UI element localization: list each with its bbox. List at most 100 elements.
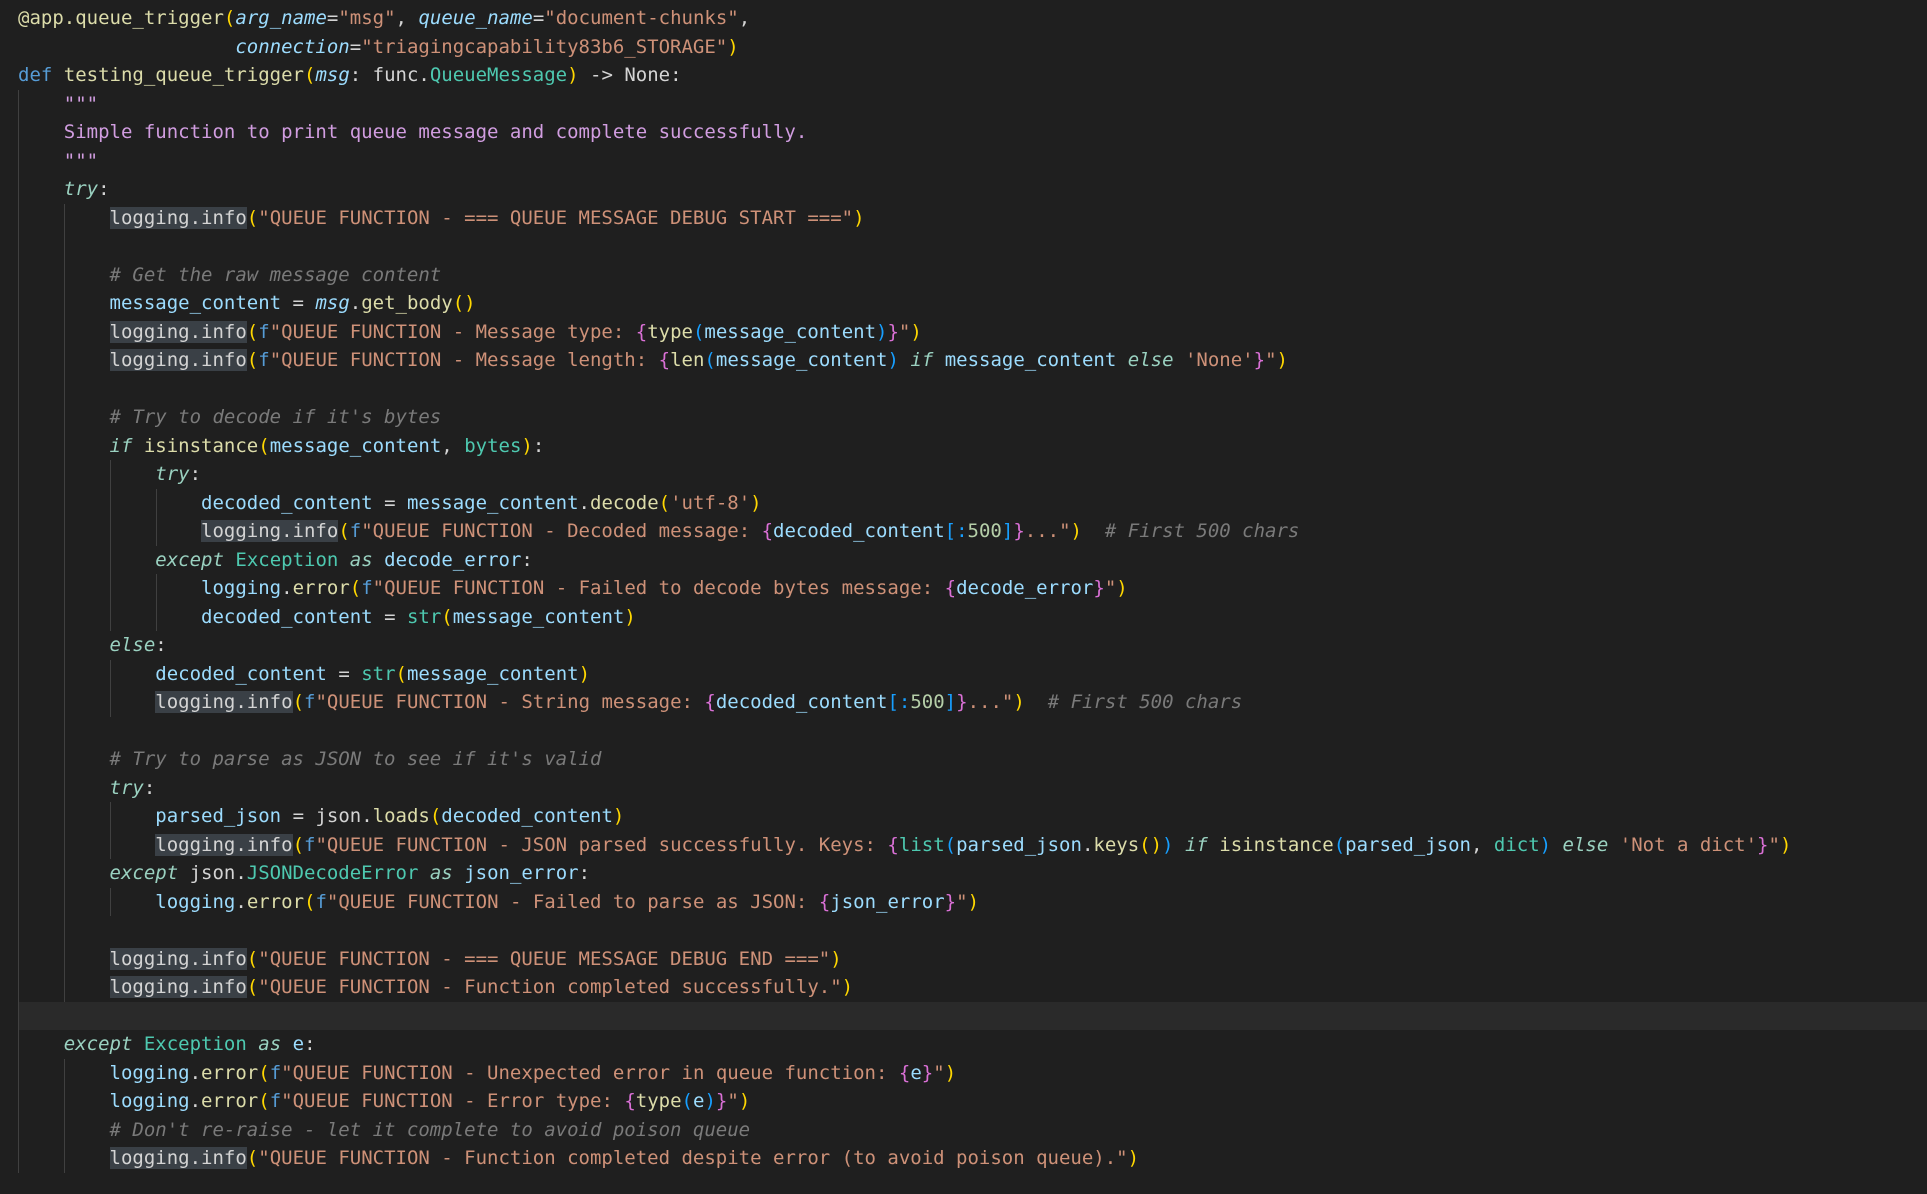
code-line[interactable]: if isinstance(message_content, bytes):: [18, 431, 1927, 460]
code-line[interactable]: # Don't re-raise - let it complete to av…: [18, 1115, 1927, 1144]
code-token: 'Not a dict': [1619, 833, 1758, 856]
code-line[interactable]: decoded_content = str(message_content): [18, 659, 1927, 688]
code-token: ): [841, 976, 854, 998]
code-token: # Get the raw message content: [109, 263, 442, 286]
code-token: decoded_content: [441, 805, 613, 827]
code-line[interactable]: connection="triagingcapability83b6_STORA…: [18, 33, 1927, 62]
code-token: logging.info: [109, 320, 247, 343]
code-line[interactable]: [18, 374, 1927, 403]
code-token: f: [349, 520, 362, 542]
code-line[interactable]: logging.info("QUEUE FUNCTION - Function …: [18, 1144, 1927, 1173]
code-token: parsed_json: [155, 805, 282, 827]
code-token: list: [898, 833, 945, 856]
code-editor[interactable]: @app.queue_trigger(arg_name="msg", queue…: [0, 0, 1927, 1194]
code-line[interactable]: logging.info(f"QUEUE FUNCTION - Message …: [18, 346, 1927, 375]
code-token: (: [1333, 833, 1346, 856]
code-token: message_content: [109, 292, 282, 314]
code-line[interactable]: decoded_content = str(message_content): [18, 602, 1927, 631]
indent-guide: [156, 517, 157, 546]
code-token: f: [361, 577, 373, 599]
code-token: .: [189, 1061, 202, 1084]
code-line[interactable]: try:: [18, 175, 1927, 204]
code-token: ): [876, 320, 888, 343]
code-token: }: [956, 691, 968, 713]
code-line[interactable]: try:: [18, 460, 1927, 489]
code-line[interactable]: logging.error(f"QUEUE FUNCTION - Error t…: [18, 1087, 1927, 1116]
code-token: queue_trigger: [75, 7, 224, 29]
code-token: .: [349, 292, 362, 314]
indent-guide: [64, 260, 65, 289]
code-line[interactable]: except Exception as e:: [18, 1030, 1927, 1059]
indent-guide: [64, 289, 65, 318]
code-line[interactable]: # Try to decode if it's bytes: [18, 403, 1927, 432]
indent-guide: [64, 916, 65, 945]
code-line[interactable]: except Exception as decode_error:: [18, 545, 1927, 574]
code-line[interactable]: [18, 232, 1927, 261]
code-line[interactable]: [18, 1001, 1927, 1030]
code-line[interactable]: # Get the raw message content: [18, 260, 1927, 289]
indent-guide: [110, 574, 111, 603]
indent-guide: [18, 260, 19, 289]
code-line[interactable]: logging.info(f"QUEUE FUNCTION - Decoded …: [18, 517, 1927, 546]
code-line[interactable]: logging.info(f"QUEUE FUNCTION - JSON par…: [18, 830, 1927, 859]
code-token: =: [326, 7, 339, 29]
code-token: :: [155, 634, 167, 656]
code-line[interactable]: [18, 916, 1927, 945]
code-token: ...": [1024, 520, 1071, 542]
code-line[interactable]: parsed_json = json.loads(decoded_content…: [18, 802, 1927, 831]
code-line[interactable]: else:: [18, 631, 1927, 660]
code-line[interactable]: Simple function to print queue message a…: [18, 118, 1927, 147]
code-line[interactable]: def testing_queue_trigger(msg: func.Queu…: [18, 61, 1927, 90]
code-line[interactable]: # Try to parse as JSON to see if it's va…: [18, 745, 1927, 774]
code-token: {: [887, 833, 899, 856]
code-token: error: [246, 890, 305, 913]
indent-guide: [64, 830, 65, 859]
code-token: ): [578, 662, 591, 685]
code-token: .: [281, 577, 293, 599]
code-line[interactable]: message_content = msg.get_body(): [18, 289, 1927, 318]
code-line[interactable]: decoded_content = message_content.decode…: [18, 488, 1927, 517]
code-token: else: [1562, 833, 1609, 856]
code-line[interactable]: logging.info(f"QUEUE FUNCTION - Message …: [18, 317, 1927, 346]
indent-guide: [64, 688, 65, 717]
code-line[interactable]: except json.JSONDecodeError as json_erro…: [18, 859, 1927, 888]
code-token: decoded_content: [201, 605, 373, 628]
code-token: :: [189, 463, 202, 485]
code-line[interactable]: """: [18, 89, 1927, 118]
code-token: logging.info: [201, 520, 339, 542]
code-line[interactable]: try:: [18, 773, 1927, 802]
indent-guide: [18, 460, 19, 489]
indent-guide: [110, 830, 111, 859]
code-token: [:: [944, 520, 968, 542]
code-line[interactable]: logging.info("QUEUE FUNCTION - === QUEUE…: [18, 944, 1927, 973]
code-line[interactable]: logging.error(f"QUEUE FUNCTION - Failed …: [18, 887, 1927, 916]
indent-guide: [156, 602, 157, 631]
code-token: error: [201, 1090, 259, 1112]
code-line[interactable]: logging.error(f"QUEUE FUNCTION - Failed …: [18, 574, 1927, 603]
code-token: dict: [1493, 833, 1540, 856]
code-line[interactable]: [18, 716, 1927, 745]
code-line[interactable]: logging.info("QUEUE FUNCTION - === QUEUE…: [18, 203, 1927, 232]
code-token: message_content: [406, 491, 579, 514]
code-token: "document-chunks": [544, 7, 739, 29]
code-line[interactable]: """: [18, 146, 1927, 175]
code-line[interactable]: logging.info(f"QUEUE FUNCTION - String m…: [18, 688, 1927, 717]
code-token: (: [395, 662, 407, 685]
code-line[interactable]: logging.error(f"QUEUE FUNCTION - Unexpec…: [18, 1058, 1927, 1087]
code-token: ...": [967, 691, 1014, 713]
indent-guide: [64, 887, 65, 916]
code-line[interactable]: @app.queue_trigger(arg_name="msg", queue…: [18, 4, 1927, 33]
code-token: decoded_content: [201, 491, 373, 514]
indent-guide: [18, 631, 19, 660]
code-token: logging: [155, 890, 236, 913]
code-line[interactable]: logging.info("QUEUE FUNCTION - Function …: [18, 973, 1927, 1002]
indent-guide: [18, 1144, 19, 1173]
indent-guide: [64, 802, 65, 831]
code-token: 500: [967, 520, 1002, 542]
code-token: message_content: [406, 662, 579, 685]
